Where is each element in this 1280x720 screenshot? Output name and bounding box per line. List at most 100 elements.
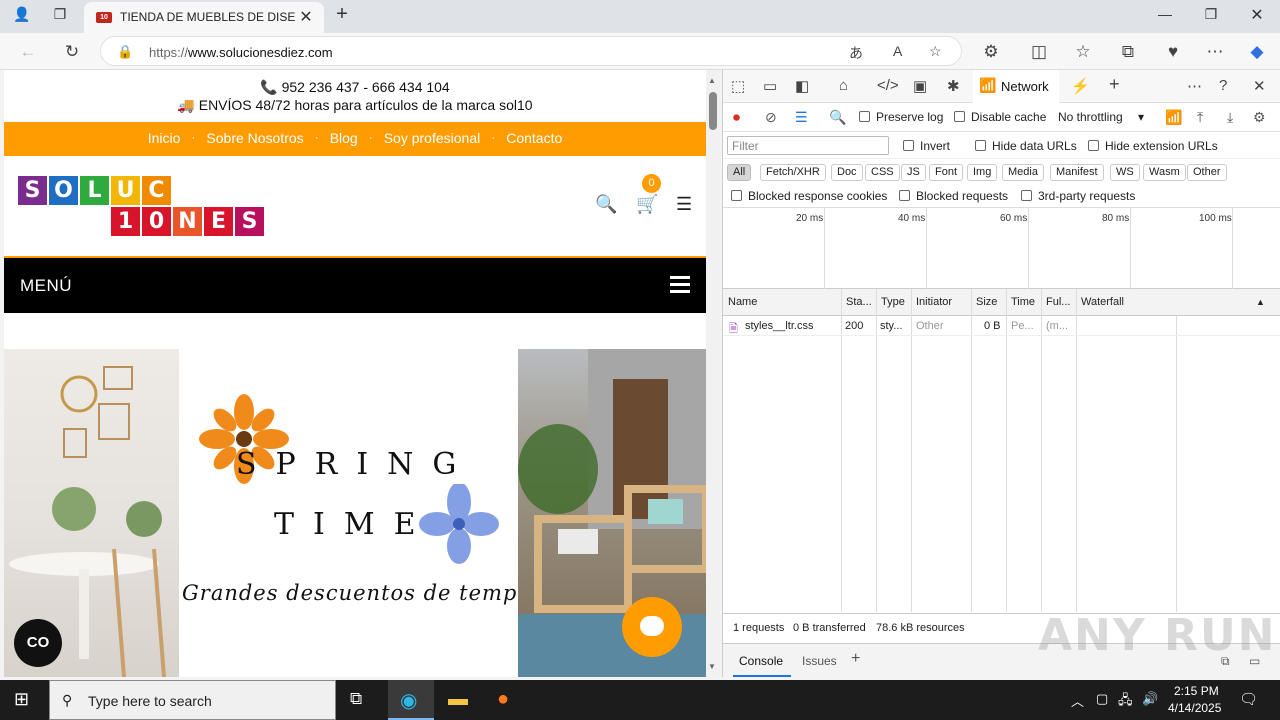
console-icon[interactable]: ▣	[913, 77, 927, 95]
menu-bar[interactable]: MENÚ	[4, 258, 706, 313]
minimize-icon[interactable]: —	[1153, 6, 1177, 22]
menu-hamburger-icon[interactable]	[670, 276, 690, 294]
record-icon[interactable]: ⏺	[733, 109, 740, 126]
device-emulation-icon[interactable]: ▭	[763, 77, 777, 95]
tab-close-icon[interactable]: ✕	[296, 7, 316, 27]
welcome-home-icon[interactable]: ⌂	[839, 77, 848, 94]
cart-icon[interactable]: 🛒	[636, 194, 658, 215]
type-filter-css[interactable]: CSS	[865, 164, 900, 181]
promo-banner[interactable]: SPRING TIME Grandes descuentos de tempor…	[4, 349, 706, 677]
tray-chevron-up-icon[interactable]: ︿	[1071, 691, 1084, 710]
col-time[interactable]: Time	[1011, 296, 1035, 308]
collections-icon[interactable]: ⧉	[1115, 39, 1141, 65]
task-view-icon[interactable]: ⧉	[350, 689, 362, 709]
tab-network[interactable]: 📶 Network	[973, 70, 1059, 103]
network-conditions-icon[interactable]: 📶	[1165, 109, 1182, 126]
type-filter-fetch-xhr[interactable]: Fetch/XHR	[760, 164, 826, 181]
windows-start-icon[interactable]: ⊞	[14, 689, 29, 710]
nav-blog[interactable]: Blog	[330, 130, 358, 146]
nav-contacto[interactable]: Contacto	[506, 130, 562, 146]
restore-icon[interactable]: ❐	[1199, 6, 1223, 23]
volume-icon[interactable]: 🔊	[1142, 691, 1158, 707]
export-har-icon[interactable]: ⤓	[1227, 109, 1233, 126]
taskbar-search-box[interactable]: ⚲ Type here to search	[49, 680, 336, 720]
blocked-response-cookies-checkbox[interactable]: Blocked response cookies	[731, 189, 887, 203]
network-settings-gear-icon[interactable]: ⚙	[1253, 109, 1266, 126]
address-bar[interactable]: 🔒 https://www.solucionesdiez.com あ A ☆	[100, 36, 962, 66]
favorites-icon[interactable]: ☆	[1070, 39, 1096, 65]
performance-icon[interactable]: ♥	[1160, 39, 1186, 65]
scroll-down-icon[interactable]: ▼	[708, 662, 716, 671]
type-filter-manifest[interactable]: Manifest	[1050, 164, 1104, 181]
page-scrollbar[interactable]: ▲ ▼	[706, 70, 720, 677]
import-har-icon[interactable]: ⤒	[1197, 109, 1203, 126]
clear-icon[interactable]: ⊘	[765, 109, 777, 126]
new-tab-icon[interactable]: +	[330, 3, 354, 26]
type-filter-doc[interactable]: Doc	[831, 164, 863, 181]
file-explorer-icon[interactable]: ▬	[448, 688, 468, 711]
extensions-icon[interactable]: ⚙	[978, 39, 1004, 65]
sources-bug-icon[interactable]: ✱	[947, 77, 960, 95]
col-fulfilled[interactable]: Ful...	[1046, 296, 1070, 308]
search-icon[interactable]: 🔍	[829, 109, 846, 126]
sort-arrow-icon[interactable]: ▲	[1256, 297, 1265, 307]
help-icon[interactable]: ?	[1219, 77, 1227, 94]
col-initiator[interactable]: Initiator	[916, 296, 952, 308]
network-overview-timeline[interactable]: 20 ms 40 ms 60 ms 80 ms 100 ms	[723, 208, 1280, 289]
drawer-tab-console[interactable]: Console	[739, 654, 783, 668]
third-party-requests-checkbox[interactable]: 3rd-party requests	[1021, 189, 1135, 203]
network-tray-icon[interactable]: 🖧	[1118, 691, 1133, 713]
dock-side-icon[interactable]: ◧	[795, 77, 809, 95]
back-icon[interactable]: ←	[15, 39, 41, 65]
more-tools-plus-icon[interactable]: +	[1109, 74, 1120, 95]
tab-actions-icon[interactable]: ❐	[48, 6, 72, 23]
tray-device-icon[interactable]: ▢	[1096, 691, 1108, 707]
nav-soy-profesional[interactable]: Soy profesional	[384, 130, 481, 146]
nav-inicio[interactable]: Inicio	[148, 130, 181, 146]
drawer-tab-issues[interactable]: Issues	[802, 654, 837, 668]
read-aloud-icon[interactable]: A	[893, 43, 902, 59]
accessibility-button[interactable]: CO	[14, 619, 62, 667]
inspect-element-icon[interactable]: ⬚	[731, 77, 745, 95]
window-close-icon[interactable]: ✕	[1245, 5, 1269, 25]
type-filter-media[interactable]: Media	[1002, 164, 1044, 181]
col-size[interactable]: Size	[976, 296, 997, 308]
profile-icon[interactable]: 👤	[10, 6, 34, 23]
invert-checkbox[interactable]: Invert	[903, 139, 950, 153]
devtools-more-icon[interactable]: ⋯	[1187, 77, 1202, 95]
copilot-icon[interactable]: ◆	[1244, 39, 1270, 65]
hamburger-menu-icon[interactable]: ☰	[676, 194, 692, 215]
elements-icon[interactable]: </>	[877, 77, 899, 94]
hide-data-urls-checkbox[interactable]: Hide data URLs	[975, 139, 1077, 153]
favorite-star-icon[interactable]: ☆	[929, 43, 942, 60]
scroll-up-icon[interactable]: ▲	[708, 76, 716, 85]
nav-sobre-nosotros[interactable]: Sobre Nosotros	[206, 130, 303, 146]
type-filter-wasm[interactable]: Wasm	[1143, 164, 1186, 181]
taskbar-edge[interactable]: ◉	[388, 680, 434, 720]
col-status[interactable]: Sta...	[846, 296, 872, 308]
col-name[interactable]: Name	[728, 296, 757, 308]
preserve-log-checkbox[interactable]: Preserve log	[859, 110, 943, 124]
more-menu-icon[interactable]: ⋯	[1202, 39, 1228, 65]
type-filter-ws[interactable]: WS	[1110, 164, 1140, 181]
split-screen-icon[interactable]: ◫	[1026, 39, 1052, 65]
table-row[interactable]: 🗎 styles__ltr.css 200 sty... Other 0 B P…	[723, 316, 1280, 336]
filter-input[interactable]: Filter	[727, 136, 889, 155]
type-filter-other[interactable]: Other	[1187, 164, 1227, 181]
col-waterfall[interactable]: Waterfall	[1081, 296, 1124, 308]
firefox-icon[interactable]: ●	[497, 688, 509, 711]
type-filter-all[interactable]: All	[727, 164, 752, 181]
translate-icon[interactable]: あ	[849, 43, 863, 63]
clock-date[interactable]: 4/14/2025	[1168, 701, 1221, 715]
refresh-icon[interactable]: ↻	[59, 39, 85, 65]
site-logo[interactable]: S O L U C 1 0 N E S	[18, 176, 270, 238]
col-type[interactable]: Type	[881, 296, 905, 308]
throttling-select[interactable]: No throttling ▾	[1058, 110, 1144, 124]
hide-extension-urls-checkbox[interactable]: Hide extension URLs	[1088, 139, 1218, 153]
blocked-requests-checkbox[interactable]: Blocked requests	[899, 189, 1008, 203]
devtools-close-icon[interactable]: ✕	[1253, 77, 1266, 95]
scrollbar-thumb[interactable]	[709, 92, 717, 130]
type-filter-js[interactable]: JS	[901, 164, 926, 181]
performance-icon[interactable]: ⚡	[1071, 77, 1090, 95]
filter-toggle-icon[interactable]: ☰	[795, 109, 808, 126]
